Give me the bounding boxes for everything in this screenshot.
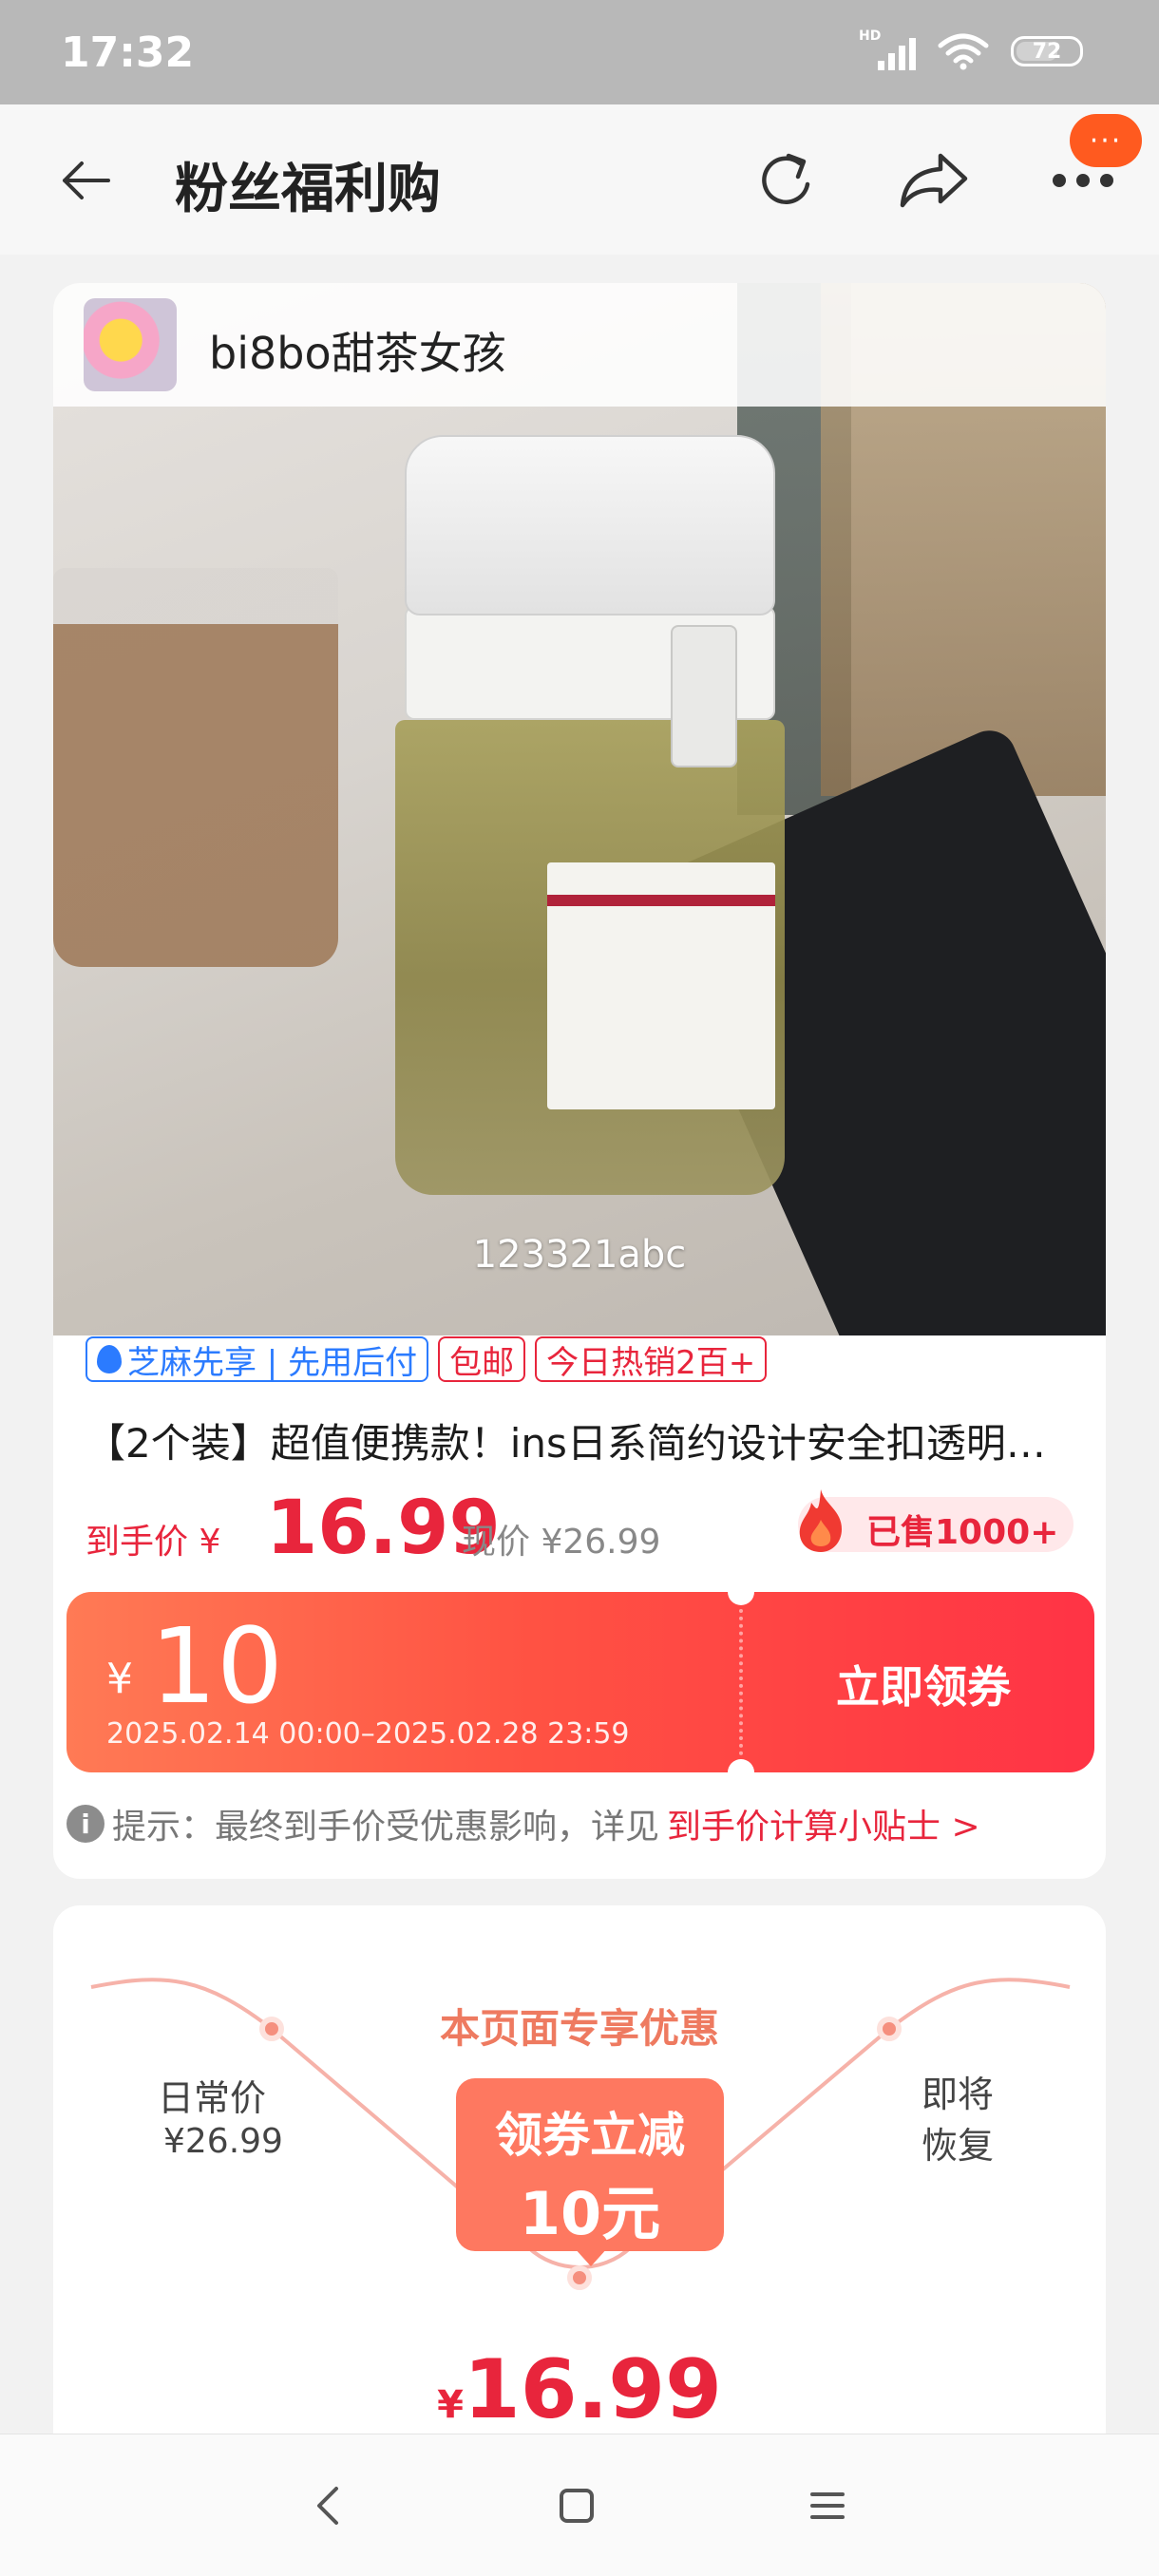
tag-sesame-pay: 芝麻先享 | 先用后付 (86, 1336, 429, 1382)
product-title[interactable]: 【2个装】超值便携款！ins日系简约设计安全扣透明水杯 (86, 1411, 1074, 1469)
info-icon: i (66, 1805, 104, 1843)
more-icon (1053, 174, 1113, 187)
tip-text: 提示：最终到手价受优惠影响，详见 (112, 1808, 660, 1847)
promo-card: 本页面专享优惠 日常价 ¥26.99 即将恢复 领券立减 10元 ¥16.99 (53, 1905, 1106, 2475)
daily-price: ¥26.99 (163, 2122, 283, 2161)
water-drop-icon (97, 1345, 122, 1373)
tag-label: 芝麻先享 | 先用后付 (127, 1343, 418, 1382)
price-tips-link[interactable]: 到手价计算小贴士 > (667, 1799, 980, 1848)
notification-badge: ··· (1070, 114, 1142, 167)
flame-icon (799, 1489, 842, 1552)
product-image[interactable]: 123321abc (53, 283, 1106, 1335)
share-icon (900, 153, 968, 208)
battery-level: 72 (1032, 39, 1062, 64)
claim-coupon-button[interactable]: 立即领券 (836, 1653, 1011, 1715)
price-row: 到手价 ¥ 16.99 现价 ¥26.99 已售1000+ (86, 1486, 1074, 1571)
product-card: 123321abc bi8bo甜茶女孩 芝麻先享 | 先用后付 包邮 今日热销2… (53, 283, 1106, 1879)
coupon-card[interactable]: ¥ 10 2025.02.14 00:00–2025.02.28 23:59 立… (66, 1592, 1094, 1772)
status-time: 17:32 (61, 28, 195, 77)
promo-discount-amount: 10元 (519, 2179, 661, 2248)
shop-avatar[interactable] (84, 298, 177, 391)
price-label: 到手价 ¥ (86, 1523, 221, 1562)
promo-final-currency: ¥ (437, 2383, 464, 2427)
bottle-shape (386, 435, 794, 1195)
square-icon (560, 2489, 594, 2523)
app-header: 粉丝福利购 ··· (0, 104, 1159, 255)
promo-discount-box: 领券立减 10元 (456, 2078, 724, 2251)
coupon-currency: ¥ (106, 1655, 133, 1703)
product-tags: 芝麻先享 | 先用后付 包邮 今日热销2百+ (86, 1335, 768, 1383)
status-icons: HD 72 (859, 28, 1083, 70)
price-tip: i 提示：最终到手价受优惠影响，详见 到手价计算小贴士 > (66, 1799, 980, 1848)
sold-badge: 已售1000+ (798, 1489, 1074, 1552)
original-price: 现价 ¥26.99 (462, 1523, 661, 1562)
nav-menu-button[interactable] (794, 2472, 861, 2539)
arrow-left-icon (63, 161, 110, 199)
signal-icon: HD (859, 28, 916, 70)
tag-hot-sales: 今日热销2百+ (535, 1336, 768, 1382)
tag-free-shipping: 包邮 (438, 1336, 526, 1382)
refresh-icon (762, 153, 810, 204)
image-watermark: 123321abc (472, 1233, 687, 1277)
coupon-validity: 2025.02.14 00:00–2025.02.28 23:59 (106, 1717, 630, 1751)
menu-icon (810, 2492, 845, 2519)
nav-back-button[interactable] (294, 2472, 361, 2539)
battery-icon: 72 (1011, 36, 1083, 66)
page-title: 粉丝福利购 (175, 159, 441, 220)
promo-title: 本页面专享优惠 (439, 2005, 719, 2052)
back-button[interactable] (48, 142, 124, 218)
tag-label: 今日热销2百+ (546, 1343, 756, 1382)
promo-final-price: ¥16.99 (53, 2342, 1106, 2437)
wifi-icon (938, 33, 989, 70)
daily-price-label: 日常价 (158, 2077, 267, 2119)
system-nav-bar (0, 2434, 1159, 2576)
nav-home-button[interactable] (543, 2472, 610, 2539)
share-button[interactable] (897, 142, 973, 218)
refresh-button[interactable] (749, 142, 825, 218)
sold-count: 已售1000+ (866, 1513, 1059, 1552)
shop-bar[interactable]: bi8bo甜茶女孩 (53, 283, 1106, 407)
coupon-amount: 10 (150, 1605, 283, 1727)
promo-discount-label: 领券立减 (495, 2108, 685, 2163)
chevron-left-icon (317, 2487, 338, 2525)
coupon-divider (739, 1609, 743, 1755)
status-bar: 17:32 HD 72 (0, 0, 1159, 104)
promo-pointer (574, 2247, 608, 2266)
cup-shape (53, 568, 338, 967)
tag-label: 包邮 (449, 1343, 515, 1382)
promo-final-value: 16.99 (463, 2342, 722, 2437)
shop-name[interactable]: bi8bo甜茶女孩 (209, 319, 506, 382)
recover-label: 即将恢复 (922, 2074, 995, 2167)
